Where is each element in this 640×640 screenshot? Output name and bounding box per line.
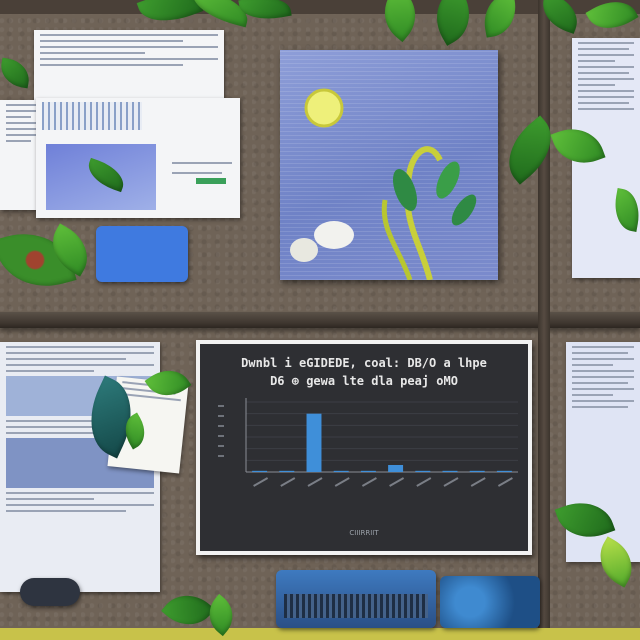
plant-leaf bbox=[136, 0, 204, 32]
chart-bar bbox=[496, 470, 512, 472]
blue-note-card bbox=[96, 226, 188, 282]
poster-illustration bbox=[290, 88, 477, 280]
chart-bar bbox=[252, 470, 268, 472]
dark-object bbox=[20, 578, 80, 606]
fern-leaf bbox=[494, 115, 566, 185]
plant-poster bbox=[280, 50, 498, 280]
document-top-left bbox=[34, 30, 224, 100]
chart-x-axis-label: CIIIRRIIT bbox=[349, 529, 379, 537]
chart-panel: Dwnbl i eGIDEDE, coal: DB/O a lhpe D6 ⊕ … bbox=[200, 344, 528, 551]
document-with-figure bbox=[36, 98, 240, 218]
sun-icon bbox=[304, 88, 344, 128]
chart-tick-label bbox=[416, 477, 432, 487]
chart-tick-label bbox=[280, 477, 296, 487]
chart-board: Dwnbl i eGIDEDE, coal: DB/O a lhpe D6 ⊕ … bbox=[196, 340, 532, 555]
flower-cluster bbox=[314, 221, 354, 249]
flower-cluster bbox=[290, 238, 318, 262]
bottom-tablet-pattern bbox=[440, 576, 540, 628]
chart-tick-label bbox=[443, 477, 459, 487]
chart-bar bbox=[279, 470, 295, 472]
poster-leaf bbox=[436, 161, 460, 199]
chart-tick-label bbox=[253, 477, 269, 487]
green-tag bbox=[196, 178, 226, 184]
chart-tick-label bbox=[389, 477, 405, 487]
bottom-tablet-blue bbox=[276, 570, 436, 628]
chart-bar bbox=[360, 470, 376, 472]
right-post bbox=[538, 0, 550, 640]
keyboard-pattern bbox=[284, 594, 428, 618]
chart-bar bbox=[442, 470, 458, 472]
bar-chart bbox=[218, 398, 518, 487]
chart-bar bbox=[469, 470, 485, 472]
chart-bar bbox=[415, 470, 431, 472]
chart-tick-label bbox=[497, 477, 513, 487]
poster-leaf bbox=[392, 169, 418, 211]
figure-leaf bbox=[83, 157, 129, 193]
poster-leaf bbox=[451, 194, 477, 226]
chart-bar bbox=[333, 470, 349, 472]
chart-tick-label bbox=[334, 477, 350, 487]
chart-tick-label bbox=[361, 477, 377, 487]
chart-tick-label bbox=[470, 477, 486, 487]
cork-board: Dwnbl i eGIDEDE, coal: DB/O a lhpe D6 ⊕ … bbox=[0, 0, 640, 640]
chart-bar bbox=[306, 413, 322, 472]
chart-bar bbox=[388, 465, 404, 472]
plant-leaf bbox=[0, 57, 33, 89]
plant-figure-image bbox=[46, 144, 156, 210]
floor-band bbox=[0, 628, 640, 640]
chart-tick-label bbox=[307, 477, 323, 487]
